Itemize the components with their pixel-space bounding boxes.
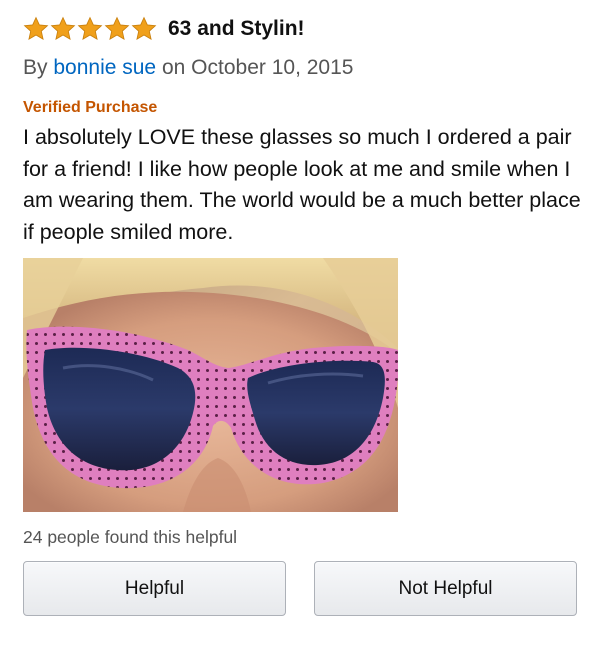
customer-photo[interactable] xyxy=(23,258,398,512)
author-link[interactable]: bonnie sue xyxy=(53,56,156,79)
star-rating xyxy=(23,16,158,42)
star-icon xyxy=(77,16,103,40)
date-prefix: on xyxy=(161,56,186,79)
star-icon xyxy=(104,16,130,40)
star-icon xyxy=(50,16,76,40)
helpful-button[interactable]: Helpful xyxy=(23,561,286,616)
byline-prefix: By xyxy=(23,56,48,79)
star-icon xyxy=(131,16,157,40)
not-helpful-button[interactable]: Not Helpful xyxy=(314,561,577,616)
star-icon xyxy=(23,16,49,40)
review-text: I absolutely LOVE these glasses so much … xyxy=(23,125,581,244)
review-date: October 10, 2015 xyxy=(191,56,354,79)
verified-purchase-badge: Verified Purchase xyxy=(23,99,158,116)
review-header: 63 and Stylin! xyxy=(23,14,305,44)
review-title[interactable]: 63 and Stylin! xyxy=(168,17,305,41)
customer-review: 63 and Stylin! By bonnie sue on October … xyxy=(0,0,600,648)
review-byline: By bonnie sue on October 10, 2015 xyxy=(23,56,353,80)
helpful-count: 24 people found this helpful xyxy=(23,527,238,547)
